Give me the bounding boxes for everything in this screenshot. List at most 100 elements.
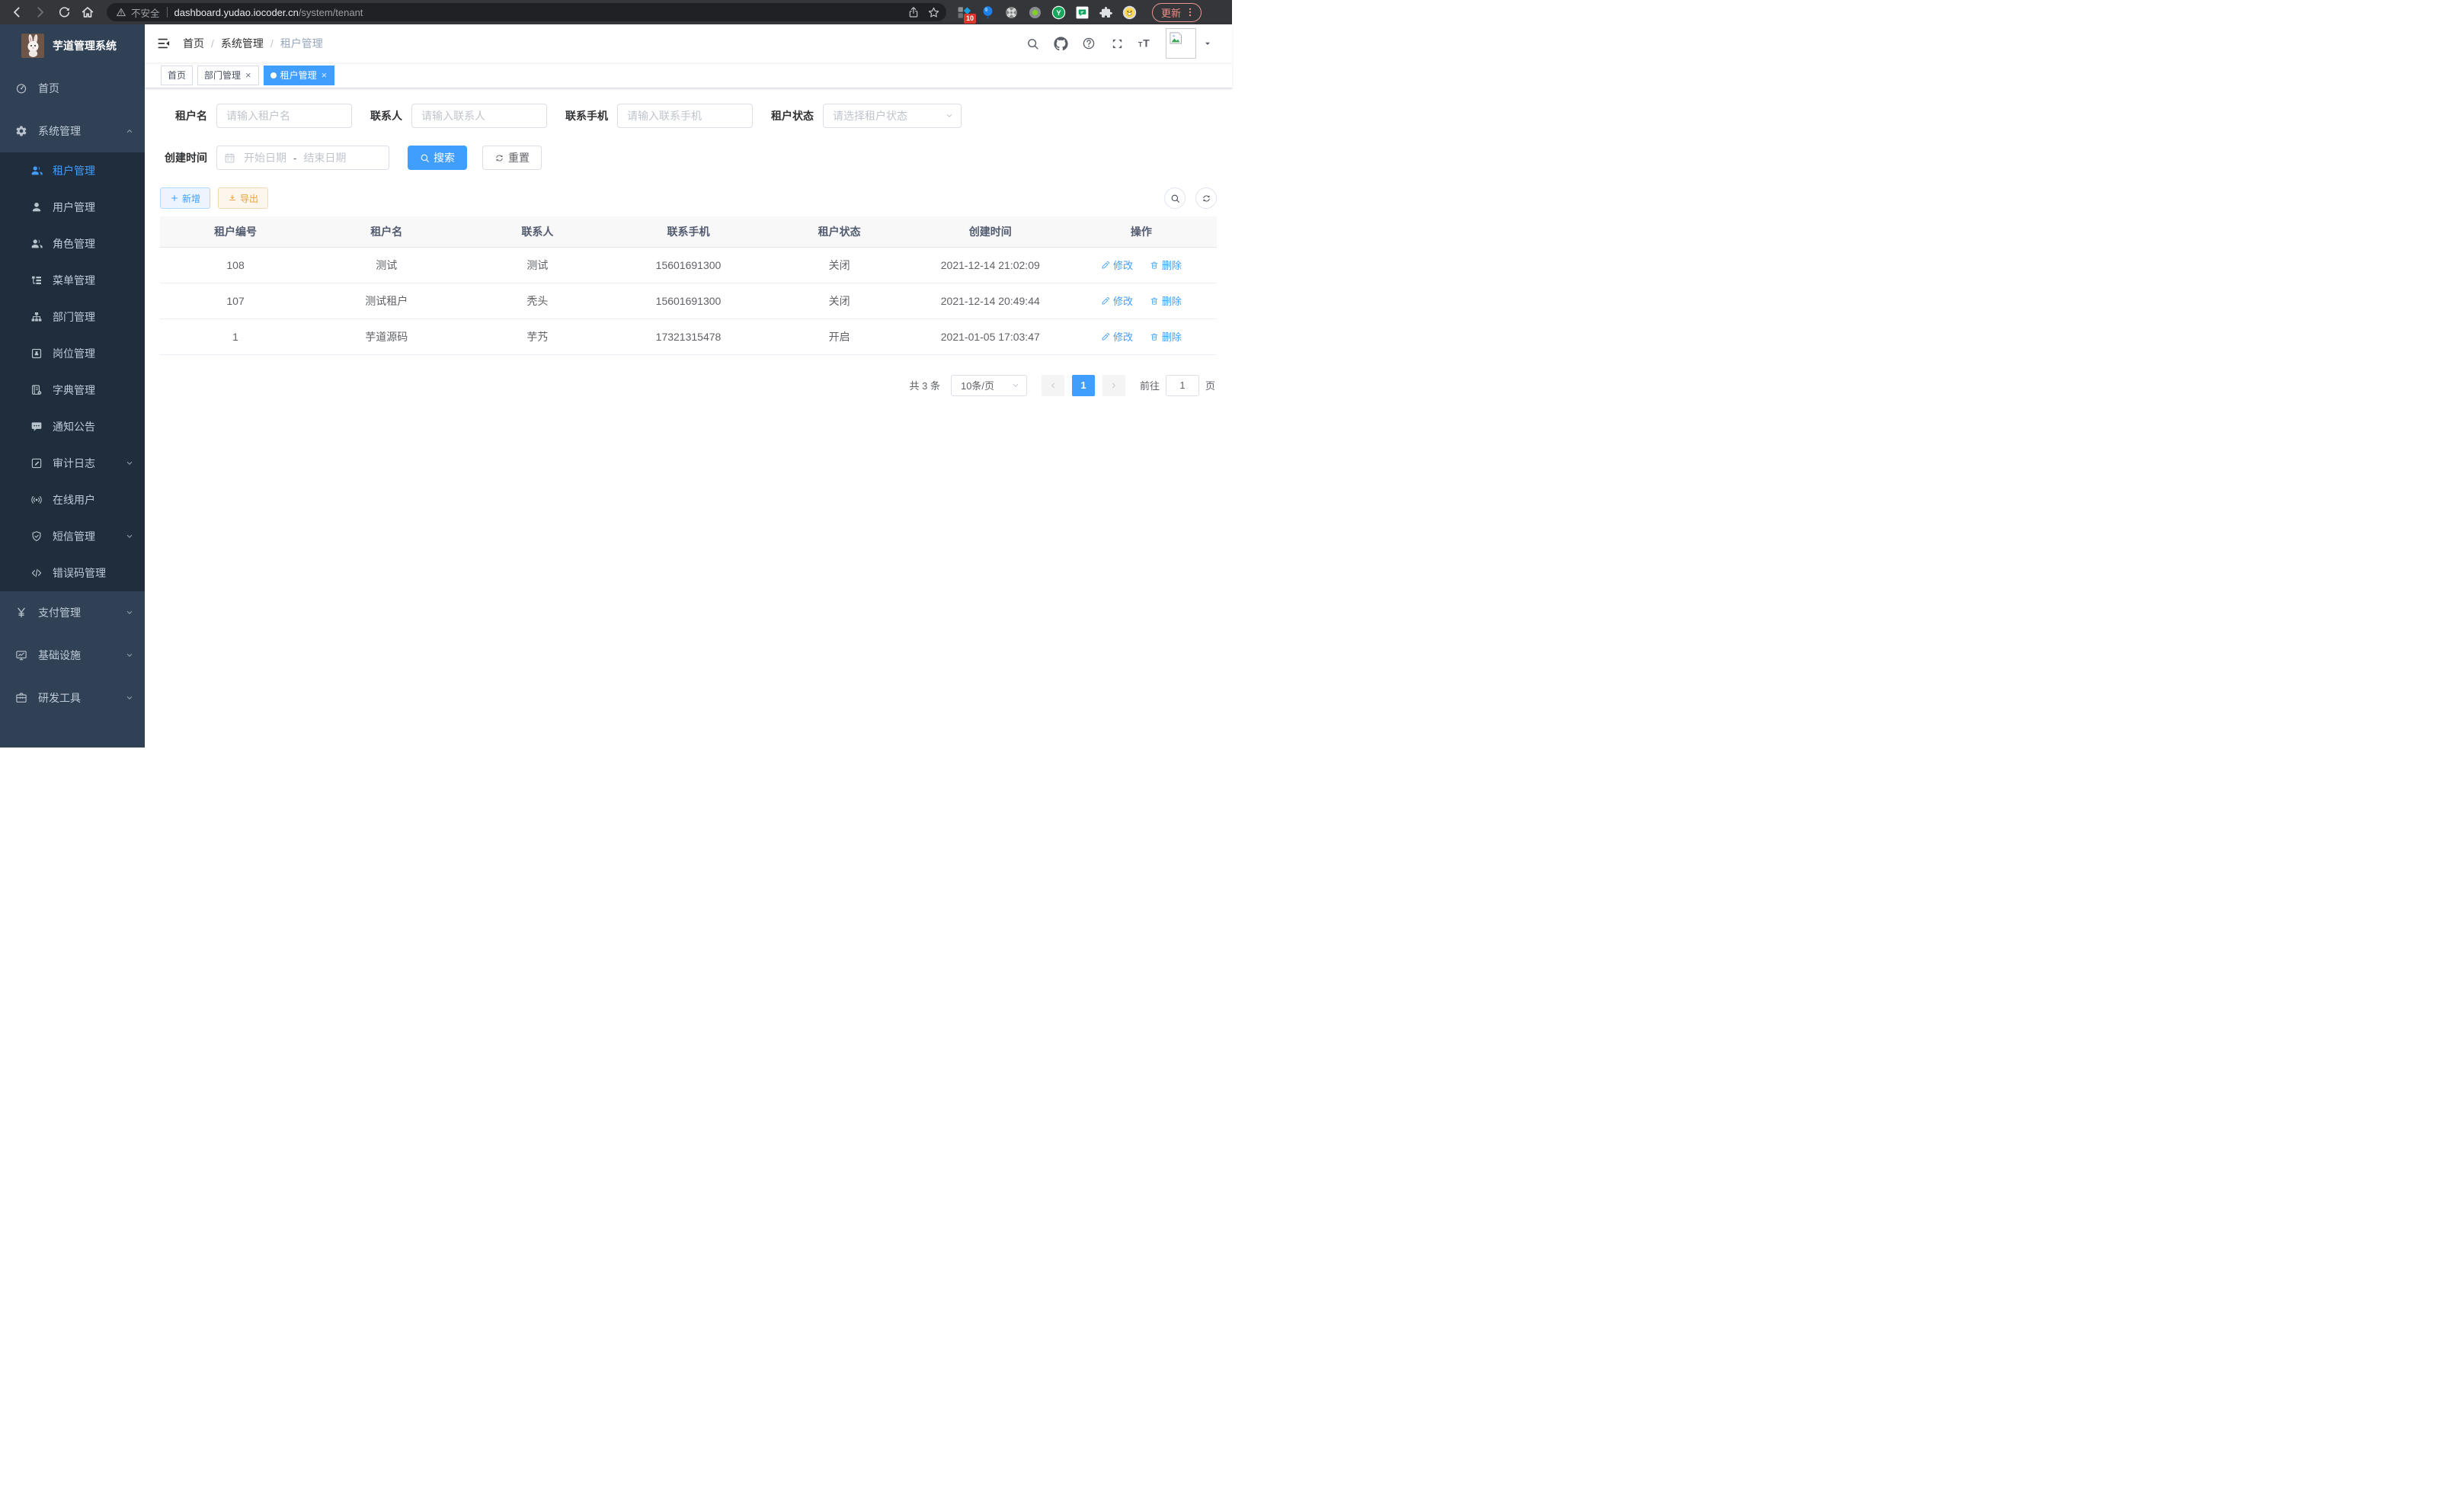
chevron-down-icon: [125, 532, 134, 541]
status-select-placeholder: 请选择租户状态: [833, 108, 907, 123]
add-button[interactable]: 新增: [160, 187, 210, 209]
page-number-1[interactable]: 1: [1072, 375, 1095, 396]
share-icon[interactable]: [905, 4, 922, 21]
close-icon[interactable]: ×: [245, 70, 252, 80]
sidebar-item-user[interactable]: 用户管理: [0, 189, 145, 226]
next-page-button[interactable]: [1102, 375, 1125, 396]
search-icon: [1170, 194, 1180, 203]
bookmark-star-icon[interactable]: [925, 4, 942, 21]
reset-button[interactable]: 重置: [482, 146, 542, 170]
github-icon[interactable]: [1053, 36, 1068, 51]
font-size-icon[interactable]: [1138, 36, 1153, 51]
sidebar-item-online-users[interactable]: 在线用户: [0, 482, 145, 518]
col-actions: 操作: [1066, 216, 1217, 247]
help-icon[interactable]: [1081, 36, 1096, 51]
prev-page-button[interactable]: [1042, 375, 1064, 396]
tenant-name-input[interactable]: [216, 104, 352, 128]
delete-button[interactable]: 删除: [1150, 329, 1182, 344]
tag-dept[interactable]: 部门管理 ×: [197, 66, 259, 85]
col-mobile: 联系手机: [613, 216, 763, 247]
sidebar-item-payment[interactable]: 支付管理: [0, 591, 145, 634]
sidebar-item-tenant[interactable]: 租户管理: [0, 152, 145, 189]
app-title: 芋道管理系统: [53, 38, 117, 53]
site-security-chip[interactable]: 不安全: [116, 5, 160, 20]
extension-swatches-icon[interactable]: 10: [957, 5, 971, 20]
close-icon[interactable]: ×: [321, 70, 328, 80]
sidebar-item-error-code[interactable]: 错误码管理: [0, 555, 145, 591]
sidebar-item-home[interactable]: 首页: [0, 67, 145, 110]
fullscreen-icon[interactable]: [1109, 36, 1125, 51]
toggle-search-button[interactable]: [1164, 187, 1186, 209]
extension-recorder-icon[interactable]: [1028, 5, 1042, 20]
page-size-select[interactable]: 10条/页: [951, 375, 1027, 396]
sidebar-item-notice[interactable]: 通知公告: [0, 408, 145, 445]
table-row: 108 测试 测试 15601691300 关闭 2021-12-14 21:0…: [160, 247, 1217, 283]
sidebar-item-dept[interactable]: 部门管理: [0, 299, 145, 335]
status-select[interactable]: 请选择租户状态: [823, 104, 962, 128]
sidebar-item-post[interactable]: 岗位管理: [0, 335, 145, 372]
goto-label: 前往: [1140, 378, 1160, 392]
pagination: 共 3 条 10条/页 1 前往 页: [160, 375, 1217, 396]
sidebar-item-role[interactable]: 角色管理: [0, 226, 145, 262]
status-label: 租户状态: [771, 108, 814, 123]
sidebar: 芋道管理系统 首页 系统管理 租户管理 用户管理 角色管理: [0, 24, 145, 748]
svg-text:Y: Y: [1056, 8, 1061, 17]
refresh-table-button[interactable]: [1195, 187, 1217, 209]
sidebar-item-infrastructure[interactable]: 基础设施: [0, 634, 145, 677]
browser-profile-avatar[interactable]: [1122, 5, 1137, 20]
mobile-input[interactable]: [617, 104, 753, 128]
edit-button[interactable]: 修改: [1101, 293, 1133, 308]
breadcrumb-home[interactable]: 首页: [183, 36, 204, 51]
sidebar-item-sms[interactable]: 短信管理: [0, 518, 145, 555]
address-bar[interactable]: 不安全 dashboard.yudao.iocoder.cn/system/te…: [107, 3, 946, 21]
extension-y-icon[interactable]: Y: [1051, 5, 1066, 20]
browser-update-button[interactable]: 更新: [1152, 3, 1202, 22]
delete-button[interactable]: 删除: [1150, 293, 1182, 308]
app-logo[interactable]: 芋道管理系统: [0, 24, 145, 67]
user-avatar-dropdown[interactable]: [1166, 28, 1212, 59]
sidebar-item-dev-tools[interactable]: 研发工具: [0, 677, 145, 719]
sidebar-item-menu[interactable]: 菜单管理: [0, 262, 145, 299]
header-search-icon[interactable]: [1025, 36, 1040, 51]
breadcrumb-current: 租户管理: [280, 36, 323, 51]
extension-chat-icon[interactable]: [1075, 5, 1090, 20]
extension-balloon-icon[interactable]: [981, 5, 995, 20]
edit-icon: [1101, 296, 1110, 306]
caret-down-icon: [1203, 39, 1212, 48]
chevron-down-icon: [125, 651, 134, 660]
edit-button[interactable]: 修改: [1101, 329, 1133, 344]
browser-home-button[interactable]: [78, 3, 97, 21]
goto-page-input[interactable]: [1166, 375, 1199, 396]
extension-command-icon[interactable]: [1004, 5, 1019, 20]
table-toolbar: 新增 导出: [160, 187, 1217, 209]
export-button[interactable]: 导出: [218, 187, 268, 209]
tag-tenant[interactable]: 租户管理 ×: [264, 66, 335, 85]
warning-triangle-icon: [116, 7, 126, 18]
filter-contact: 联系人: [370, 104, 547, 128]
trash-icon: [1150, 261, 1159, 270]
browser-reload-button[interactable]: [55, 3, 73, 21]
col-contact: 联系人: [462, 216, 613, 247]
browser-back-button[interactable]: [8, 3, 26, 21]
sidebar-item-audit-log[interactable]: 审计日志: [0, 445, 145, 482]
edit-button[interactable]: 修改: [1101, 258, 1133, 272]
extensions-puzzle-icon[interactable]: [1099, 5, 1113, 20]
browser-forward-button[interactable]: [31, 3, 50, 21]
contact-input[interactable]: [411, 104, 547, 128]
search-button[interactable]: 搜索: [408, 146, 467, 170]
tag-home[interactable]: 首页: [161, 66, 193, 85]
pagination-jumper: 前往 页: [1140, 375, 1215, 396]
download-icon: [228, 194, 237, 203]
breadcrumb-system[interactable]: 系统管理: [221, 36, 264, 51]
date-end-input[interactable]: [299, 152, 350, 164]
dictionary-icon: [30, 384, 43, 396]
date-range-picker[interactable]: -: [216, 146, 389, 170]
sidebar-item-system[interactable]: 系统管理: [0, 110, 145, 152]
sidebar-fold-button[interactable]: [145, 24, 183, 62]
tenant-page: 租户名 联系人 联系手机 租户状态 请选择租户状态: [145, 88, 1232, 748]
date-start-input[interactable]: [240, 152, 290, 164]
sidebar-item-dict[interactable]: 字典管理: [0, 372, 145, 408]
delete-button[interactable]: 删除: [1150, 258, 1182, 272]
tenant-table: 租户编号 租户名 联系人 联系手机 租户状态 创建时间 操作 108 测试 测试: [160, 216, 1217, 355]
url-text[interactable]: dashboard.yudao.iocoder.cn/system/tenant: [174, 7, 363, 18]
